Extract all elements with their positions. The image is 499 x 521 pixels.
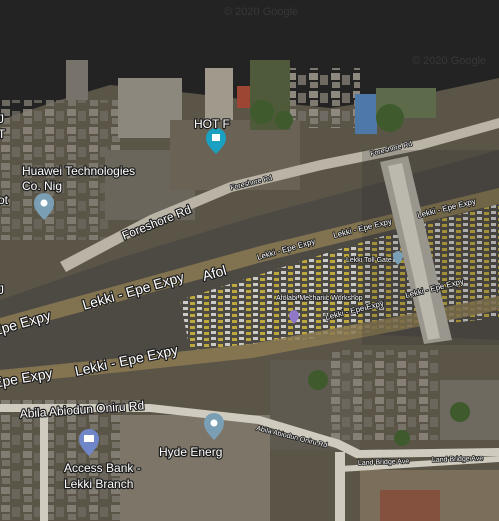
clipped-label-2: T <box>0 127 6 141</box>
clipped-label-3: ot <box>0 193 9 207</box>
side-street-2 <box>335 452 345 521</box>
toll-plaza <box>362 150 499 345</box>
place-label-hot: HOT F <box>194 117 230 131</box>
place-label-huawei-line2: Co. Nig <box>22 179 62 193</box>
clipped-label-1: J <box>0 112 4 126</box>
map-canvas[interactable]: © 2020 Google © 2020 Google J T ot J For… <box>0 0 499 521</box>
poi-label-mechanic: Afolabi Mechanic Workshop <box>276 295 363 302</box>
place-label-huawei-line1: Huawei Technologies <box>22 164 135 178</box>
clipped-label-4: J <box>0 283 4 297</box>
place-label-access-line1: Access Bank - <box>64 461 141 475</box>
poi-label-toll-gate: Lekki Toll Gate <box>346 257 392 264</box>
place-label-hyde: Hyde Energ <box>159 445 222 459</box>
satellite-map[interactable]: © 2020 Google © 2020 Google J T ot J For… <box>0 0 499 521</box>
place-label-access-line2: Lekki Branch <box>64 477 133 491</box>
watermark-top: © 2020 Google <box>224 6 298 18</box>
side-street <box>40 412 48 521</box>
watermark-right: © 2020 Google <box>412 55 486 67</box>
